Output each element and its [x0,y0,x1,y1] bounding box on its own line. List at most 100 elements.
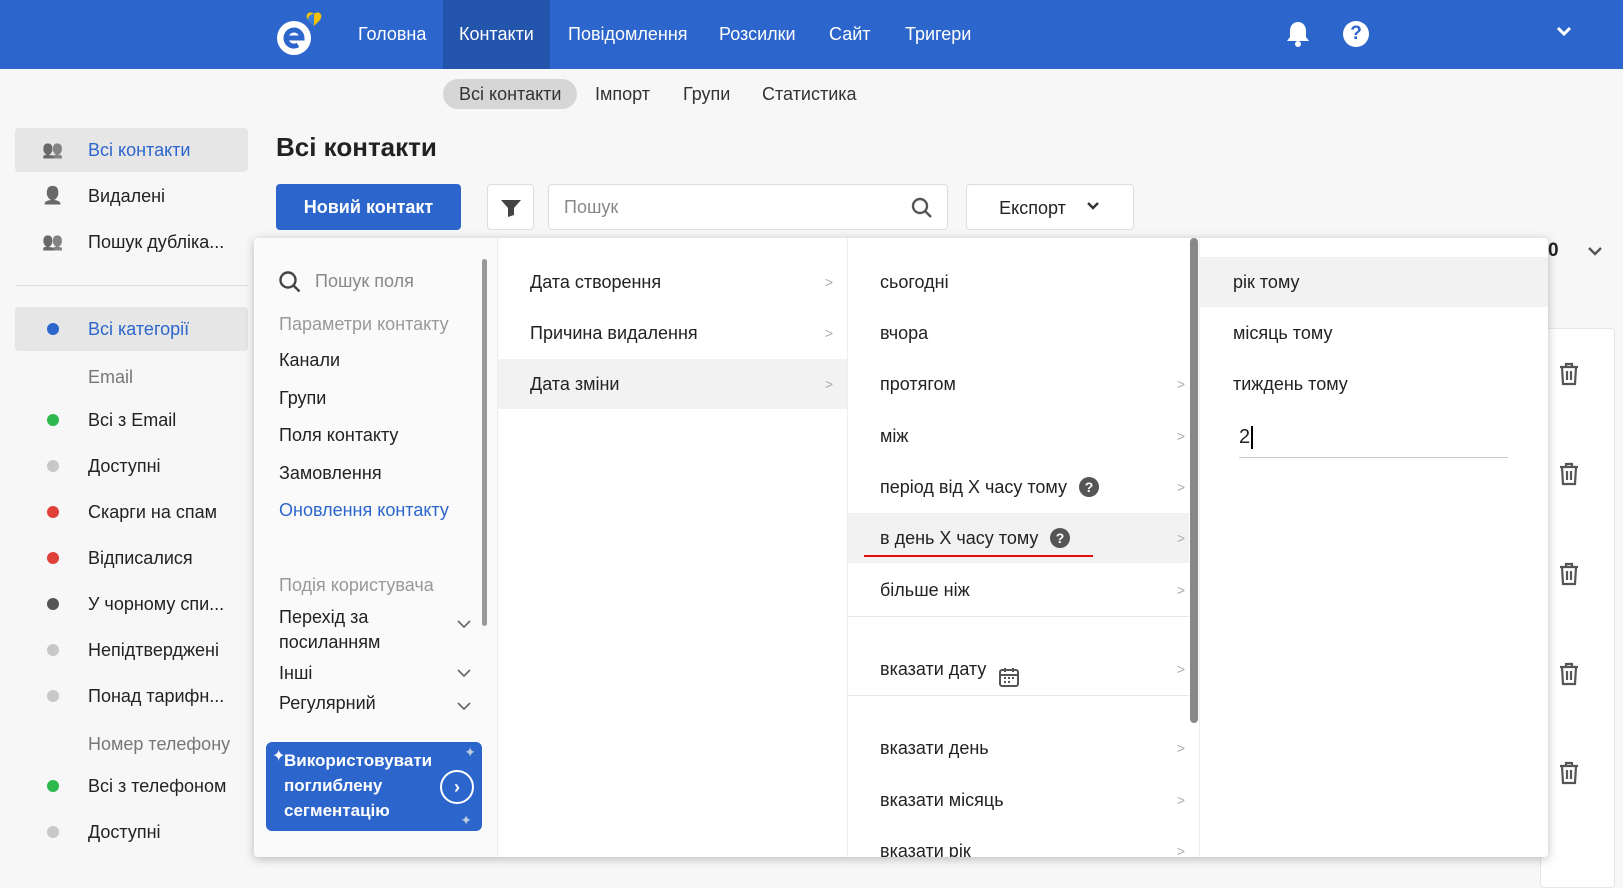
subnav-tab-2[interactable]: Групи [667,79,746,109]
period-value-input[interactable]: 2 [1239,420,1508,458]
status-dot [47,414,59,426]
calendar-icon[interactable] [998,657,1020,707]
chevron-down-icon[interactable] [456,619,472,631]
contact-param-item[interactable]: Групи [279,388,326,409]
bell-icon[interactable] [1286,20,1310,48]
nav-item-4[interactable]: Сайт [813,0,887,69]
condition-item[interactable]: в день X часу тому? > [848,513,1189,563]
nav-item-0[interactable]: Головна [342,0,442,69]
fields-column: Дата створення > Причина видалення > Дата зм… [497,238,847,857]
user-x-icon: 👤 [42,186,64,205]
condition-item-label: вказати день [880,738,989,758]
sidebar-item[interactable]: У чорному спи... [15,582,248,626]
advanced-segmentation-label: Використовувати поглиблену сегментацію [284,751,433,820]
sidebar-item[interactable]: 👤 Видалені [15,174,248,218]
period-item[interactable]: тиждень тому [1200,359,1548,409]
condition-item[interactable]: вказати місяць > [848,775,1189,825]
status-dot [47,552,59,564]
condition-item[interactable]: протягом > [848,359,1189,409]
condition-item[interactable]: між > [848,411,1189,461]
chevron-down-icon[interactable] [456,701,472,713]
user-event-header: Подія користувача [279,575,434,595]
contact-param-item[interactable]: Канали [279,350,340,371]
nav-item-1[interactable]: Контакти [443,0,550,69]
help-icon[interactable]: ? [1343,21,1369,47]
nav-item-5[interactable]: Тригери [889,0,987,69]
field-item-label: Причина видалення [530,323,698,343]
scrollbar[interactable] [482,259,487,626]
contact-param-item[interactable]: Поля контакту [279,425,398,446]
field-search-input[interactable]: Пошук поля [315,271,414,292]
condition-item-label: більше ніж [880,580,970,600]
field-item[interactable]: Дата створення > [498,257,847,307]
scrollbar[interactable] [1190,238,1198,723]
status-dot [47,826,59,838]
trash-icon[interactable] [1558,462,1582,488]
search-input[interactable]: Пошук [548,184,948,230]
condition-item[interactable]: сьогодні [848,257,1189,307]
trash-icon[interactable] [1558,761,1582,787]
user-event-item[interactable]: Регулярний [279,693,376,714]
condition-item[interactable]: вказати рік > [848,826,1189,857]
sidebar-item[interactable]: Всі з телефоном [15,764,248,808]
period-item[interactable]: рік тому [1200,257,1548,307]
contact-param-item[interactable]: Оновлення контакту [279,500,449,521]
sidebar-item[interactable]: Доступні [15,810,248,854]
chevron-down-icon[interactable] [456,668,472,680]
condition-item[interactable]: більше ніж > [848,565,1189,615]
chevron-right-icon: > [1176,792,1185,808]
sidebar-item-label: Пошук дубліка... [88,232,225,252]
contact-param-item[interactable]: Замовлення [279,463,382,484]
period-item[interactable]: місяць тому [1200,308,1548,358]
sidebar-item[interactable]: Понад тарифн... [15,674,248,718]
condition-item[interactable]: період від X часу тому? > [848,462,1189,512]
chevron-right-icon[interactable]: › [440,770,474,804]
trash-icon[interactable] [1558,662,1582,688]
condition-item[interactable]: вчора [848,308,1189,358]
subnav-tab-3[interactable]: Статистика [746,79,873,109]
user-event-item[interactable]: Інші [279,663,312,684]
nav-item-2[interactable]: Повідомлення [552,0,704,69]
help-icon[interactable]: ? [1079,477,1099,497]
collapse-chevron-icon[interactable] [1586,244,1604,260]
field-item[interactable]: Причина видалення > [498,308,847,358]
subnav-tab-1[interactable]: Імпорт [579,79,666,109]
chevron-right-icon: > [1176,582,1185,598]
sidebar-item[interactable]: Всі з Email [15,398,248,442]
nav-item-3[interactable]: Розсилки [703,0,812,69]
sidebar-item[interactable]: Скарги на спам [15,490,248,534]
help-icon[interactable]: ? [1050,528,1070,548]
search-icon[interactable] [911,197,933,219]
sidebar-item[interactable]: 👥 Всі контакти [15,128,248,172]
trash-icon[interactable] [1558,362,1582,388]
chevron-right-icon: > [1176,530,1185,546]
sidebar-item[interactable]: Непідтверджені [15,628,248,672]
sidebar-item-label: Видалені [88,186,166,206]
sidebar-item-label: Непідтверджені [88,640,219,660]
chevron-right-icon: > [824,325,833,341]
condition-item-label: вказати місяць [880,790,1004,810]
periods-column: 2 рік тому місяць тому тиждень тому [1199,238,1548,857]
subnav-tab-0[interactable]: Всі контакти [443,79,578,109]
status-dot [47,780,59,792]
sidebar-item[interactable]: Відписалися [15,536,248,580]
condition-item[interactable]: вказати дату > [848,644,1189,694]
sidebar-item-all-categories[interactable]: Всі категорії [15,307,248,351]
condition-item-label: вчора [880,323,929,343]
account-chevron-down-icon[interactable] [1555,22,1573,46]
sidebar-item[interactable]: 👥 Пошук дубліка... [15,220,248,264]
logo[interactable] [274,10,334,58]
export-dropdown[interactable]: Експорт [966,184,1134,230]
advanced-segmentation-card[interactable]: ✦ ✦ ✦ Використовувати поглиблену сегмент… [266,742,482,831]
user-event-item[interactable]: Перехід за посиланням [279,605,389,655]
trash-icon[interactable] [1558,562,1582,588]
sidebar-item-label: Всі з Email [88,410,177,430]
condition-item-label: між [880,426,909,446]
filter-button[interactable] [487,184,534,230]
chevron-right-icon: > [1176,479,1185,495]
new-contact-button[interactable]: Новий контакт [276,184,461,230]
sidebar-item[interactable]: Доступні [15,444,248,488]
condition-item-label: вказати дату [880,659,987,679]
condition-item[interactable]: вказати день > [848,723,1189,773]
field-item[interactable]: Дата зміни > [498,359,847,409]
